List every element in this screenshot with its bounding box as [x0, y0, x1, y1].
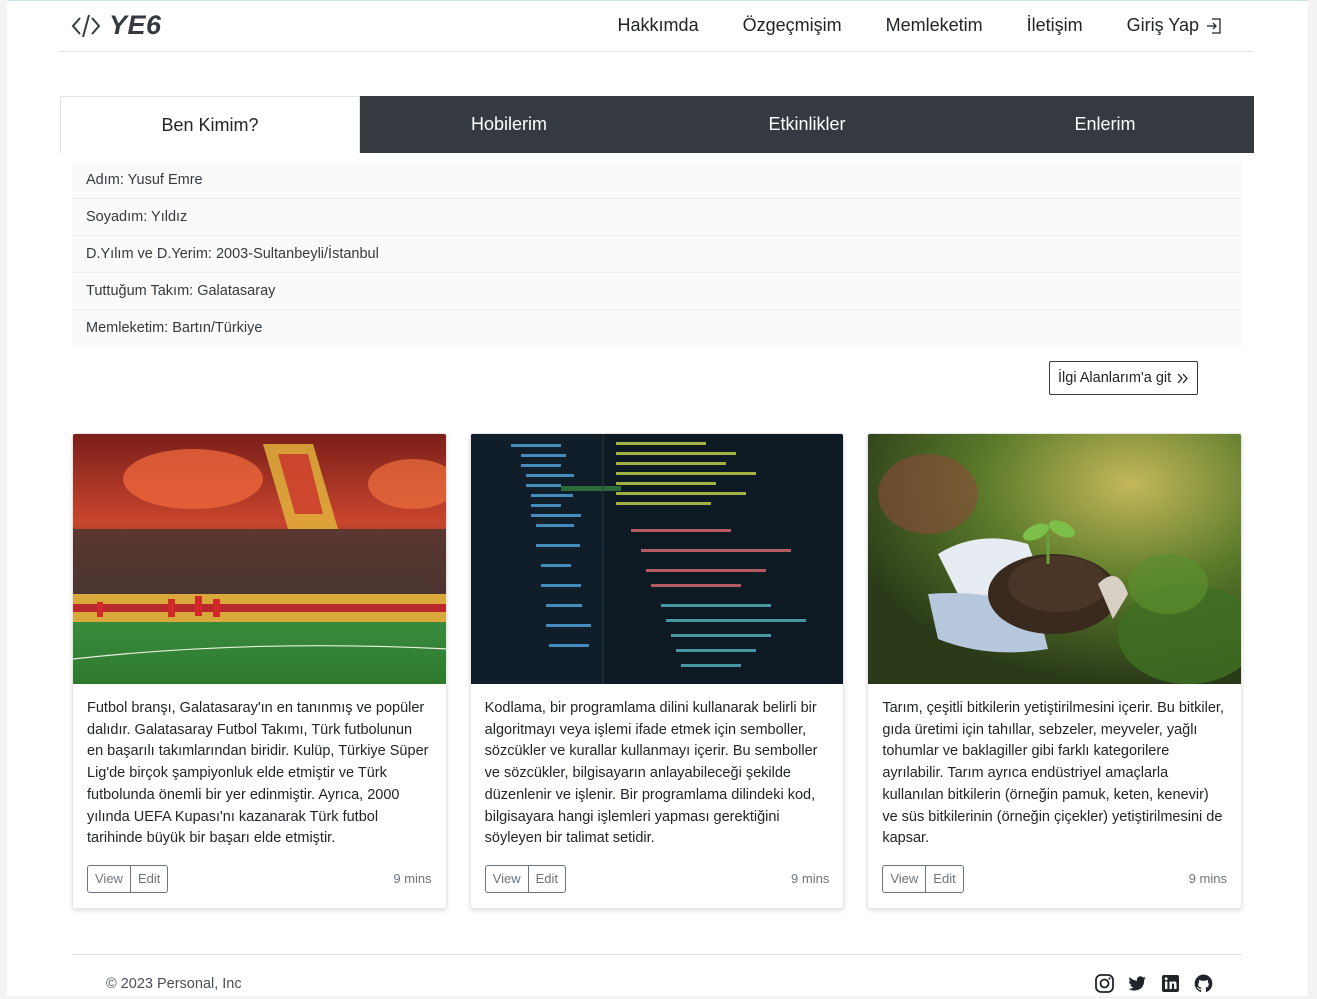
card-footer: View Edit 9 mins [882, 864, 1227, 893]
login-icon [1207, 17, 1221, 34]
hands-soil-plant-image [868, 434, 1242, 684]
tab-label: Hobilerim [470, 114, 548, 134]
github-icon[interactable] [1193, 973, 1214, 999]
twitter-icon[interactable] [1127, 973, 1148, 999]
double-chevron-right-icon [1177, 373, 1189, 383]
nav-giris-yap[interactable]: Giriş Yap [1127, 15, 1223, 36]
view-button[interactable]: View [87, 864, 131, 893]
card-text: Kodlama, bir programlama dilini kullanar… [484, 700, 818, 847]
read-time: 9 mins [1188, 871, 1228, 886]
page: YE6 Hakkımda Özgeçmişim Memleketim İleti… [7, 0, 1308, 996]
button-group: View Edit [87, 864, 169, 893]
nav-label: Giriş Yap [1126, 15, 1199, 35]
tab-hobilerim[interactable]: Hobilerim [360, 96, 658, 153]
tab-etkinlikler[interactable]: Etkinlikler [658, 96, 956, 153]
card-footer: View Edit 9 mins [484, 864, 830, 893]
code-icon [71, 14, 101, 37]
nav-memleketim[interactable]: Memleketim [886, 15, 983, 36]
footer: © 2023 Personal, Inc [72, 954, 1242, 997]
info-list: Adım: Yusuf Emre Soyadım: Yıldız D.Yılım… [72, 162, 1242, 347]
tab-label: Etkinlikler [768, 114, 846, 134]
copyright: © 2023 Personal, Inc [106, 976, 242, 992]
interests-button[interactable]: İlgi Alanlarım'a git [1049, 361, 1199, 395]
tab-label: Ben Kimim? [161, 114, 259, 135]
nav-label: İletişim [1026, 15, 1083, 35]
read-time: 9 mins [393, 871, 432, 886]
view-button[interactable]: View [882, 864, 927, 893]
brand-text: YE6 [109, 10, 162, 40]
instagram-icon[interactable] [1094, 973, 1115, 999]
tab-label: Enlerim [1074, 114, 1136, 134]
main-nav: Hakkımda Özgeçmişim Memleketim İletişim … [618, 15, 1223, 36]
button-group: View Edit [484, 864, 567, 893]
nav-hakkimda[interactable]: Hakkımda [618, 15, 699, 36]
interests-button-label: İlgi Alanlarım'a git [1058, 370, 1172, 386]
view-button[interactable]: View [484, 864, 529, 893]
card-coding: Kodlama, bir programlama dilini kullanar… [469, 433, 845, 909]
tab-ben-kimim[interactable]: Ben Kimim? [60, 96, 360, 153]
edit-button[interactable]: Edit [130, 864, 169, 893]
card-text: Tarım, çeşitli bitkilerin yetiştirilmesi… [882, 700, 1224, 847]
social-links [1094, 973, 1214, 999]
button-group: View Edit [882, 864, 964, 893]
nav-ozgecmisim[interactable]: Özgeçmişim [743, 15, 842, 36]
tab-bar: Ben Kimim? Hobilerim Etkinlikler Enlerim [60, 96, 1254, 153]
card-grid: Futbol branşı, Galatasaray'ın en tanınmı… [72, 433, 1243, 909]
read-time: 9 mins [791, 871, 830, 886]
list-item: Adım: Yusuf Emre [72, 162, 1242, 199]
linkedin-icon[interactable] [1160, 973, 1181, 999]
card-farming: Tarım, çeşitli bitkilerin yetiştirilmesi… [867, 433, 1243, 909]
nav-label: Hakkımda [617, 15, 699, 35]
card-text: Futbol branşı, Galatasaray'ın en tanınmı… [87, 700, 429, 847]
card-footer: View Edit 9 mins [87, 864, 432, 893]
tab-enlerim[interactable]: Enlerim [956, 96, 1254, 153]
nav-iletisim[interactable]: İletişim [1027, 15, 1083, 36]
list-item: Tuttuğum Takım: Galatasaray [72, 273, 1242, 310]
nav-label: Memleketim [885, 15, 983, 35]
card-football: Futbol branşı, Galatasaray'ın en tanınmı… [72, 433, 447, 909]
edit-button[interactable]: Edit [926, 864, 964, 893]
football-stadium-image [73, 434, 446, 684]
edit-button[interactable]: Edit [528, 864, 567, 893]
header: YE6 Hakkımda Özgeçmişim Memleketim İleti… [59, 1, 1253, 52]
code-editor-image [470, 434, 844, 684]
brand-logo[interactable]: YE6 [71, 10, 162, 41]
list-item: D.Yılım ve D.Yerim: 2003-Sultanbeyli/İst… [72, 236, 1242, 273]
nav-label: Özgeçmişim [742, 15, 842, 35]
list-item: Soyadım: Yıldız [72, 199, 1242, 236]
list-item: Memleketim: Bartın/Türkiye [72, 310, 1242, 347]
